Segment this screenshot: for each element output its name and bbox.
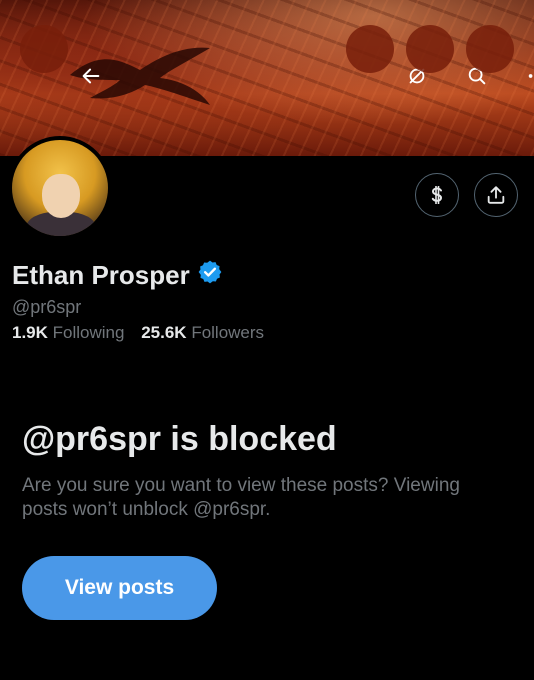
verified-check-icon (198, 260, 222, 284)
ellipsis-icon (528, 74, 533, 78)
following-count: 1.9K (12, 323, 48, 342)
profile-handle: @pr6spr (12, 297, 82, 317)
share-button[interactable] (474, 173, 518, 217)
arrow-left-icon (82, 68, 100, 84)
profile-name-text: Ethan Prosper (12, 260, 190, 290)
avatar[interactable] (8, 136, 112, 240)
profile-name: Ethan Prosper (12, 259, 223, 292)
tip-button[interactable] (415, 173, 459, 217)
avatar-image (12, 140, 108, 236)
profile-stats: 1.9K Following 25.6K Followers (12, 323, 276, 343)
verified-badge-icon[interactable] (197, 259, 223, 292)
blocked-title: @pr6spr is blocked (22, 420, 337, 458)
more-button[interactable] (466, 25, 533, 78)
profile-banner[interactable] (0, 0, 534, 156)
grok-button[interactable] (346, 25, 425, 84)
followers-link[interactable]: 25.6K Followers (141, 323, 264, 342)
avatar-face (42, 174, 80, 218)
blocked-description: Are you sure you want to view these post… (22, 475, 460, 520)
back-button[interactable] (20, 25, 100, 84)
followers-label: Followers (191, 323, 265, 342)
share-upload-icon (487, 186, 505, 204)
search-button[interactable] (406, 25, 486, 85)
following-link[interactable]: 1.9K Following (12, 323, 124, 342)
followers-count: 25.6K (141, 323, 187, 342)
dollar-sign-icon (431, 186, 443, 204)
following-label: Following (52, 323, 125, 342)
view-posts-button[interactable]: View posts (22, 556, 217, 620)
